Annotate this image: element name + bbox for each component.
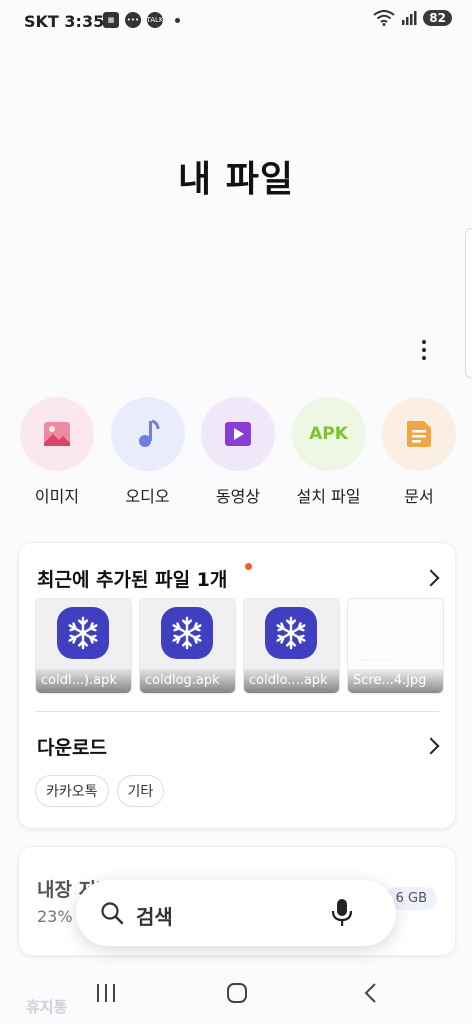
home-icon [227,983,247,1003]
clock: 3:35 [64,12,105,31]
downloads-chevron-right-icon[interactable] [422,737,440,755]
category-apk[interactable]: APK 설치 파일 [290,397,368,507]
category-audio[interactable]: 오디오 [109,397,187,507]
new-badge-dot [245,563,252,570]
category-label: 이미지 [34,487,80,506]
status-bar: SKT 3:35 ▦ ••• TALK 82 [0,0,472,44]
apk-icon: APK [291,397,366,471]
back-button[interactable] [350,978,390,1008]
more-dot-icon [422,356,426,360]
chip-kakaotalk[interactable]: 카카오톡 [35,775,109,807]
recent-files-card: 최근에 추가된 파일 1개 coldl...).apk coldlog.apk … [18,542,456,829]
search-bar[interactable]: 검색 [76,880,396,946]
back-icon [364,983,376,1003]
screenshot-preview: ······ ··· ··· ····· [358,657,390,663]
recent-file-item[interactable]: coldlo....apk [243,598,340,694]
file-name: coldlo....apk [244,669,339,693]
recent-files-list: coldl...).apk coldlog.apk coldlo....apk … [35,598,444,694]
document-icon [382,397,456,471]
video-play-icon [201,397,275,471]
battery-indicator: 82 [423,10,452,26]
downloads-title[interactable]: 다운로드 [37,733,107,760]
snowflake-app-icon [161,607,213,659]
home-button[interactable] [217,978,257,1008]
music-note-icon [110,397,185,471]
search-placeholder: 검색 [136,905,173,929]
recent-file-item[interactable]: coldlog.apk [139,598,236,694]
more-dot-icon [422,340,426,344]
navigation-bar [0,964,472,1024]
file-name: Scre...4.jpg [348,669,443,693]
file-name: coldl...).apk [36,669,131,693]
chat-bubble-icon: ••• [125,12,141,28]
snowflake-app-icon [57,607,109,659]
snowflake-app-icon [265,607,317,659]
chip-other[interactable]: 기타 [116,775,165,807]
edge-panel-handle[interactable] [465,228,472,378]
more-notifications-dot-icon [175,17,180,23]
recent-file-item[interactable]: ······ ··· ··· ····· Scre...4.jpg [347,598,444,694]
page-title: 내 파일 [178,159,294,200]
recent-files-title[interactable]: 최근에 추가된 파일 1개 [37,565,227,592]
signal-icon [402,11,417,25]
card-divider [35,711,439,712]
category-label: 설치 파일 [296,487,361,506]
system-icons: 82 [373,10,452,26]
recent-apps-button[interactable] [86,978,126,1008]
category-label: 동영상 [215,487,261,506]
apk-icon-text: APK [309,424,348,444]
more-options-button[interactable] [410,335,438,365]
category-row: 이미지 오디오 동영상 APK 설치 파일 문서 [18,397,458,507]
search-icon [101,902,124,925]
category-documents[interactable]: 문서 [380,397,458,507]
storage-percent: 23% [37,907,73,926]
image-icon [20,397,94,471]
notification-app-icon: ▦ [103,12,119,28]
talk-bubble-icon: TALK [147,12,164,28]
carrier-label: SKT [24,12,59,31]
wifi-icon [373,10,395,26]
category-label: 오디오 [125,487,170,506]
notification-icons: ▦ ••• TALK [103,12,180,28]
recent-apps-icon [97,984,115,1002]
category-video[interactable]: 동영상 [199,397,277,507]
status-carrier-time: SKT 3:35 [24,11,104,31]
microphone-icon[interactable] [330,898,354,928]
download-filter-chips: 카카오톡 기타 [35,775,165,807]
recent-file-item[interactable]: coldl...).apk [35,598,132,694]
file-name: coldlog.apk [140,669,235,693]
category-label: 문서 [404,487,434,506]
more-dot-icon [422,348,426,352]
category-images[interactable]: 이미지 [18,397,96,507]
recent-chevron-right-icon[interactable] [422,569,440,587]
